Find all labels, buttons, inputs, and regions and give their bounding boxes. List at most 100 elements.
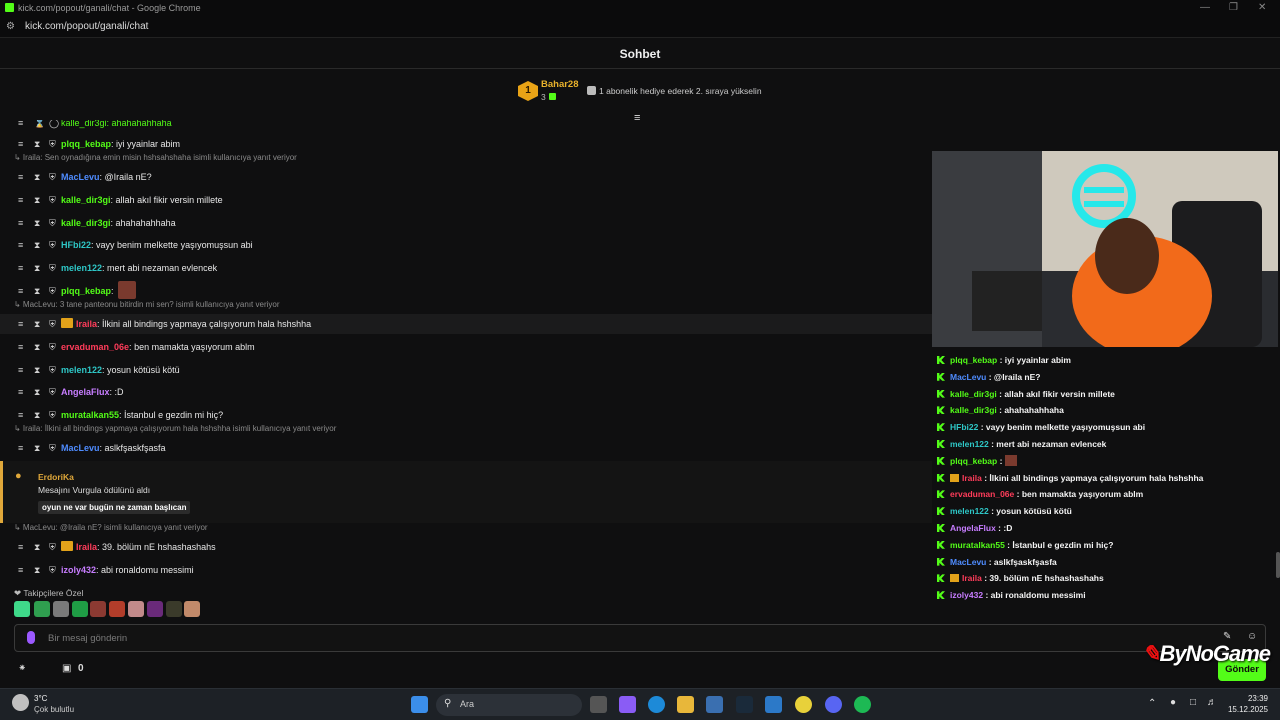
reply-context[interactable]: ↳ MacLevu: @Iraila nE? isimli kullanıcıy…: [14, 523, 208, 532]
emote-icon[interactable]: [118, 281, 137, 299]
pin-icon[interactable]: ≡: [18, 438, 23, 458]
pin-icon[interactable]: ≡: [18, 337, 23, 357]
chat-username[interactable]: HFbi22: [61, 240, 91, 250]
gift-box-icon[interactable]: ▣: [62, 663, 71, 674]
timeout-icon[interactable]: ⧗: [34, 337, 40, 357]
pin-icon[interactable]: ≡: [18, 134, 23, 154]
timeout-icon[interactable]: ⧗: [34, 281, 40, 301]
windows-start-icon[interactable]: [411, 696, 428, 713]
mic-tray-icon[interactable]: ●: [1170, 697, 1176, 708]
ban-icon[interactable]: ⛨: [49, 258, 56, 278]
chat-username[interactable]: MacLevu: [61, 443, 100, 453]
task-view-icon[interactable]: [590, 696, 607, 713]
tray-expand-icon[interactable]: ⌃: [1148, 698, 1156, 709]
ban-icon[interactable]: ⛨: [49, 438, 56, 458]
emote-icon[interactable]: [53, 601, 69, 617]
chat-username[interactable]: melen122: [61, 365, 102, 375]
ban-icon[interactable]: ⛨: [49, 360, 56, 380]
pin-icon[interactable]: ≡: [18, 314, 23, 334]
chat-username[interactable]: plqq_kebap: [61, 139, 111, 149]
minimize-icon[interactable]: —: [1200, 2, 1210, 13]
top-gifter-name[interactable]: Bahar28: [541, 79, 579, 90]
ban-icon[interactable]: ⛨: [49, 314, 56, 334]
ban-icon[interactable]: ⛨: [49, 281, 56, 301]
pin-icon[interactable]: ≡: [18, 382, 23, 402]
chat-username[interactable]: MacLevu: [61, 172, 100, 182]
ban-icon[interactable]: ⛨: [49, 167, 56, 187]
pin-icon[interactable]: ≡: [18, 190, 23, 210]
chat-username[interactable]: Iraila: [76, 542, 97, 552]
ban-icon[interactable]: ⛨: [49, 337, 56, 357]
pin-icon[interactable]: ≡: [18, 360, 23, 380]
reply-context[interactable]: ↳ MacLevu: 3 tane panteonu bitirdin mi s…: [14, 300, 280, 309]
timeout-icon[interactable]: ⧗: [34, 405, 40, 425]
timeout-icon[interactable]: ⧗: [34, 438, 40, 458]
chat-username[interactable]: AngelaFlux: [61, 387, 110, 397]
emote-icon[interactable]: [72, 601, 88, 617]
gift-prompt[interactable]: 1 abonelik hediye ederek 2. sıraya yükse…: [587, 86, 762, 96]
emote-icon[interactable]: [128, 601, 144, 617]
ban-icon[interactable]: ⛨: [49, 213, 56, 233]
close-icon[interactable]: ✕: [1258, 2, 1266, 13]
timeout-icon[interactable]: ⧗: [34, 560, 40, 580]
restore-icon[interactable]: ❐: [1229, 2, 1238, 13]
file-explorer-icon[interactable]: [677, 696, 694, 713]
clock-date[interactable]: 15.12.2025: [1226, 705, 1268, 714]
emote-icon[interactable]: [90, 601, 106, 617]
reply-context[interactable]: ↳ Iraila: Sen oynadığına emin misin hshs…: [14, 153, 297, 162]
ban-icon[interactable]: ⛨: [49, 382, 56, 402]
pin-icon[interactable]: ≡: [18, 167, 23, 187]
scrollbar-thumb[interactable]: [1276, 552, 1280, 578]
weather-icon[interactable]: [12, 694, 29, 711]
pin-icon[interactable]: ≡: [18, 213, 23, 233]
volume-icon[interactable]: ♬: [1207, 697, 1217, 708]
chat-username[interactable]: ervaduman_06e: [61, 342, 129, 352]
ban-icon[interactable]: ⛨: [49, 134, 56, 154]
timeout-icon[interactable]: ⧗: [34, 382, 40, 402]
pin-icon[interactable]: ≡: [18, 258, 23, 278]
timeout-icon[interactable]: ⧗: [34, 537, 40, 557]
clock-time[interactable]: 23:39: [1226, 694, 1268, 703]
chat-username[interactable]: kalle_dir3gi: [61, 218, 111, 228]
chrome-icon[interactable]: [795, 696, 812, 713]
chat-username[interactable]: plqq_kebap: [61, 286, 111, 296]
chat-username[interactable]: Iraila: [76, 319, 97, 329]
copilot-icon[interactable]: [619, 696, 636, 713]
timeout-icon[interactable]: ⧗: [34, 134, 40, 154]
emote-icon[interactable]: [166, 601, 182, 617]
microphone-icon[interactable]: [27, 631, 35, 644]
timeout-icon[interactable]: ⧗: [34, 190, 40, 210]
emote-icon[interactable]: [147, 601, 163, 617]
timeout-icon[interactable]: ⧗: [34, 213, 40, 233]
timeout-icon[interactable]: ⧗: [34, 314, 40, 334]
ban-icon[interactable]: ⛨: [49, 190, 56, 210]
ban-icon[interactable]: ⛨: [49, 405, 56, 425]
pin-icon[interactable]: ≡: [18, 281, 23, 301]
pin-icon[interactable]: ≡: [18, 560, 23, 580]
discord-icon[interactable]: [825, 696, 842, 713]
ban-icon[interactable]: ⛨: [49, 235, 56, 255]
ban-icon[interactable]: ⛨: [49, 537, 56, 557]
mail-icon[interactable]: [765, 696, 782, 713]
pin-icon[interactable]: ≡: [18, 537, 23, 557]
steam-icon[interactable]: [736, 696, 753, 713]
taskbar-search[interactable]: ⚲ Ara: [436, 694, 582, 716]
network-icon[interactable]: □: [1190, 697, 1196, 708]
emote-icon[interactable]: [34, 601, 50, 617]
points-icon[interactable]: ⁕: [18, 663, 26, 674]
pin-icon[interactable]: ≡: [18, 405, 23, 425]
address-bar[interactable]: ⚙ kick.com/popout/ganali/chat: [0, 16, 1280, 38]
pin-icon[interactable]: ≡: [18, 235, 23, 255]
spotify-icon[interactable]: [854, 696, 871, 713]
emote-icon[interactable]: [14, 601, 30, 617]
emote-icon[interactable]: [184, 601, 200, 617]
chat-username[interactable]: izoly432: [61, 565, 96, 575]
site-info-icon[interactable]: ⚙: [6, 21, 15, 32]
chat-username[interactable]: kalle_dir3gi: [61, 195, 111, 205]
timeout-icon[interactable]: ⧗: [34, 258, 40, 278]
edge-icon[interactable]: [648, 696, 665, 713]
url-text[interactable]: kick.com/popout/ganali/chat: [25, 21, 148, 32]
emote-icon[interactable]: [109, 601, 125, 617]
timeout-icon[interactable]: ⧗: [34, 167, 40, 187]
ban-icon[interactable]: ⛨: [49, 560, 56, 580]
